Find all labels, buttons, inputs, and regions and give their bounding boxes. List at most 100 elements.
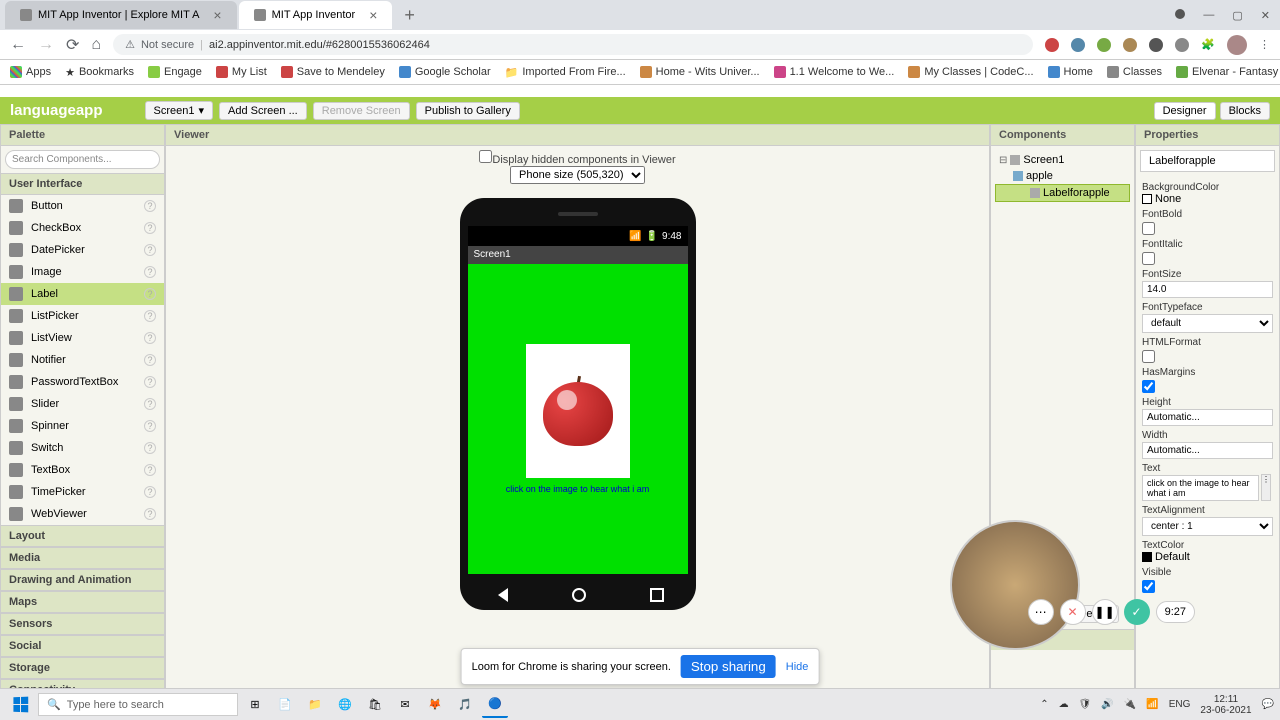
maximize-icon[interactable]: ▢	[1232, 9, 1242, 22]
tree-labelforapple[interactable]: Labelforapple	[995, 184, 1130, 202]
remove-screen-button[interactable]: Remove Screen	[313, 102, 410, 120]
loom-cancel-button[interactable]: ✕	[1060, 599, 1086, 625]
back-icon[interactable]: ←	[10, 36, 26, 54]
bookmark-item[interactable]: 1.1 Welcome to We...	[774, 66, 895, 78]
browser-tab-0[interactable]: MIT App Inventor | Explore MIT A ×	[5, 1, 237, 29]
extensions-icon[interactable]: 🧩	[1201, 38, 1215, 51]
prop-backgroundcolor[interactable]: None	[1142, 193, 1273, 205]
loom-more-button[interactable]: ⋯	[1028, 599, 1054, 625]
ext-icon[interactable]	[1175, 38, 1189, 52]
palette-item-button[interactable]: Button?	[1, 195, 164, 217]
prop-htmlformat-checkbox[interactable]	[1142, 350, 1155, 363]
designer-tab[interactable]: Designer	[1154, 102, 1216, 120]
menu-icon[interactable]: ⋮	[1259, 38, 1270, 51]
help-icon[interactable]: ?	[144, 354, 156, 366]
search-components-input[interactable]: Search Components...	[5, 150, 160, 169]
ext-icon[interactable]	[1149, 38, 1163, 52]
nav-home-icon[interactable]	[572, 588, 586, 602]
category-layout[interactable]: Layout	[1, 525, 164, 547]
forward-icon[interactable]: →	[38, 36, 54, 54]
prop-height-button[interactable]: Automatic...	[1142, 409, 1273, 426]
tray-lang[interactable]: ENG	[1169, 699, 1191, 710]
help-icon[interactable]: ?	[144, 442, 156, 454]
prop-fonttypeface-select[interactable]: default	[1142, 314, 1273, 333]
start-button[interactable]	[6, 691, 34, 719]
bookmark-item[interactable]: Home	[1048, 66, 1093, 78]
help-icon[interactable]: ?	[144, 464, 156, 476]
taskbar-search[interactable]: 🔍Type here to search	[38, 693, 238, 716]
taskbar-app[interactable]: 📁	[302, 692, 328, 718]
help-icon[interactable]: ?	[144, 332, 156, 344]
tray-icon[interactable]: ⌃	[1040, 699, 1048, 710]
help-icon[interactable]: ?	[144, 376, 156, 388]
reload-icon[interactable]: ⟳	[66, 35, 79, 55]
tray-icon[interactable]: 🛡	[1079, 699, 1092, 710]
blocks-tab[interactable]: Blocks	[1220, 102, 1270, 120]
nav-recent-icon[interactable]	[650, 588, 664, 602]
taskbar-app[interactable]: 📄	[272, 692, 298, 718]
bookmark-item[interactable]: Classes	[1107, 66, 1162, 78]
label-caption[interactable]: click on the image to hear what i am	[506, 484, 650, 494]
bookmark-item[interactable]: My Classes | CodeC...	[908, 66, 1033, 78]
hidden-components-checkbox[interactable]: Display hidden components in Viewer	[479, 154, 675, 166]
category-maps[interactable]: Maps	[1, 591, 164, 613]
prop-textcolor[interactable]: Default	[1142, 551, 1273, 563]
collapse-icon[interactable]: ⊟	[999, 155, 1007, 166]
prop-width-button[interactable]: Automatic...	[1142, 442, 1273, 459]
ext-icon[interactable]	[1123, 38, 1137, 52]
resize-handle[interactable]: ⋮	[1261, 474, 1271, 501]
profile-avatar[interactable]	[1227, 35, 1247, 55]
close-icon[interactable]: ×	[369, 7, 377, 23]
taskbar-app[interactable]: 🎵	[452, 692, 478, 718]
category-media[interactable]: Media	[1, 547, 164, 569]
prop-fontitalic-checkbox[interactable]	[1142, 252, 1155, 265]
tray-icon[interactable]: 🔌	[1124, 699, 1136, 710]
prop-textalignment-select[interactable]: center : 1	[1142, 517, 1273, 536]
task-view-icon[interactable]: ⊞	[242, 692, 268, 718]
prop-visible-checkbox[interactable]	[1142, 580, 1155, 593]
prop-hasmargins-checkbox[interactable]	[1142, 380, 1155, 393]
palette-item-textbox[interactable]: TextBox?	[1, 459, 164, 481]
taskbar-store[interactable]: 🛍	[362, 692, 388, 718]
bookmark-item[interactable]: Engage	[148, 66, 202, 78]
help-icon[interactable]: ?	[144, 486, 156, 498]
tray-icon[interactable]: 📶	[1146, 699, 1158, 710]
tree-root[interactable]: ⊟Screen1	[995, 152, 1130, 168]
category-sensors[interactable]: Sensors	[1, 613, 164, 635]
taskbar-chrome[interactable]: 🔵	[482, 692, 508, 718]
apple-image[interactable]	[526, 344, 630, 478]
bookmark-item[interactable]: My List	[216, 66, 267, 78]
close-window-icon[interactable]: ✕	[1261, 9, 1270, 22]
prop-fontbold-checkbox[interactable]	[1142, 222, 1155, 235]
loom-finish-button[interactable]: ✓	[1124, 599, 1150, 625]
notifications-icon[interactable]: 💬	[1262, 699, 1274, 710]
help-icon[interactable]: ?	[144, 420, 156, 432]
close-icon[interactable]: ×	[213, 7, 221, 23]
bookmark-item[interactable]: Home - Wits Univer...	[640, 66, 760, 78]
category-social[interactable]: Social	[1, 635, 164, 657]
bookmark-item[interactable]: Save to Mendeley	[281, 66, 385, 78]
add-screen-button[interactable]: Add Screen ...	[219, 102, 307, 120]
help-icon[interactable]: ?	[144, 222, 156, 234]
screen-dropdown[interactable]: Screen1▾	[145, 101, 214, 120]
home-icon[interactable]: ⌂	[91, 36, 101, 54]
screen-content[interactable]: click on the image to hear what i am	[468, 264, 688, 574]
nav-back-icon[interactable]	[491, 588, 508, 602]
palette-item-listpicker[interactable]: ListPicker?	[1, 305, 164, 327]
tray-icon[interactable]: ☁	[1059, 699, 1069, 710]
new-tab-button[interactable]: +	[394, 5, 425, 26]
bookmark-item[interactable]: Elvenar - Fantasy Ci...	[1176, 66, 1280, 78]
tray-clock[interactable]: 12:11 23-06-2021	[1200, 694, 1251, 716]
category-drawing-and-animation[interactable]: Drawing and Animation	[1, 569, 164, 591]
palette-item-webviewer[interactable]: WebViewer?	[1, 503, 164, 525]
palette-item-slider[interactable]: Slider?	[1, 393, 164, 415]
taskbar-mail[interactable]: ✉	[392, 692, 418, 718]
help-icon[interactable]: ?	[144, 244, 156, 256]
bookmark-item[interactable]: Google Scholar	[399, 66, 491, 78]
palette-item-listview[interactable]: ListView?	[1, 327, 164, 349]
browser-tab-1[interactable]: MIT App Inventor ×	[239, 1, 393, 29]
ext-icon[interactable]	[1097, 38, 1111, 52]
category-storage[interactable]: Storage	[1, 657, 164, 679]
help-icon[interactable]: ?	[144, 310, 156, 322]
bookmark-item[interactable]: 📁Imported From Fire...	[505, 66, 626, 79]
